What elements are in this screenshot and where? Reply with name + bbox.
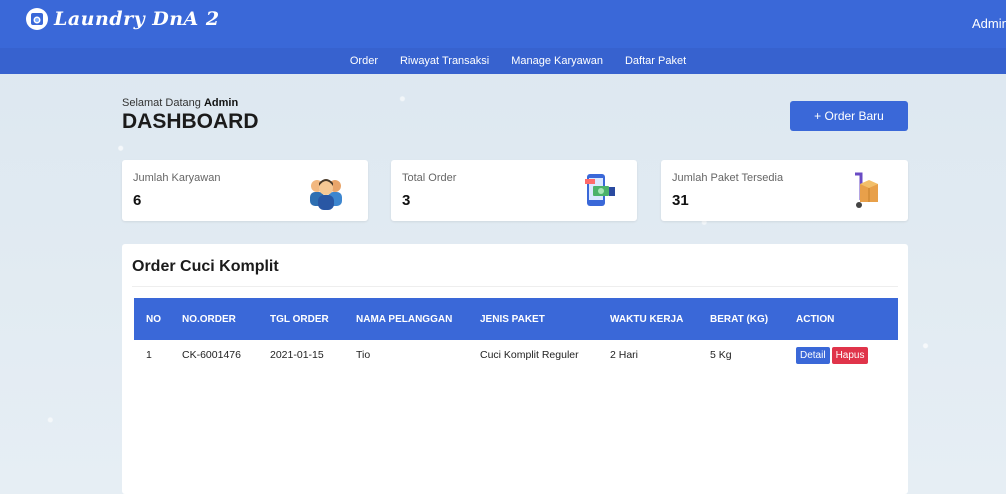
cell-date: 2021-01-15: [270, 349, 324, 361]
stat-card-value: 6: [133, 192, 142, 209]
detail-button[interactable]: Detail: [796, 346, 830, 364]
new-order-button[interactable]: + Order Baru: [790, 101, 908, 131]
nav-item-daftar-paket[interactable]: Daftar Paket: [625, 48, 686, 74]
column-header-date: TGL ORDER: [270, 313, 329, 325]
column-header-action: ACTION: [796, 313, 835, 325]
user-menu[interactable]: Admin: [972, 16, 1006, 31]
column-header-weight: BERAT (KG): [710, 313, 769, 325]
welcome-text: Selamat Datang Admin: [122, 97, 238, 109]
washing-machine-icon: [26, 8, 48, 30]
orders-panel-title: Order Cuci Komplit: [132, 258, 279, 275]
column-header-package: JENIS PAKET: [480, 313, 545, 325]
top-bar: Laundry DnA 2 Admin: [0, 0, 1006, 48]
package-trolley-icon: [845, 170, 885, 215]
column-header-customer: NAMA PELANGGAN: [356, 313, 453, 325]
stat-card-order: Total Order 3: [391, 160, 637, 221]
delete-button[interactable]: Hapus: [831, 346, 869, 364]
app-logo[interactable]: Laundry DnA 2: [26, 8, 220, 30]
page-title: DASHBOARD: [122, 110, 259, 133]
divider: [132, 286, 898, 287]
table-row: 1 CK-6001476 2021-01-15 Tio Cuci Komplit…: [134, 340, 898, 370]
stat-card-label: Jumlah Karyawan: [133, 172, 221, 184]
logo-text: Laundry DnA 2: [54, 8, 220, 30]
welcome-user-name: Admin: [203, 97, 239, 109]
stat-card-karyawan: Jumlah Karyawan 6: [122, 160, 368, 221]
cell-no: 1: [146, 349, 152, 361]
orders-table: NO NO.ORDER TGL ORDER NAMA PELANGGAN JEN…: [134, 298, 898, 370]
column-header-no: NO: [146, 313, 161, 325]
cell-action: Detail Hapus: [784, 340, 898, 370]
table-header-row: NO NO.ORDER TGL ORDER NAMA PELANGGAN JEN…: [134, 298, 898, 340]
cell-duration: 2 Hari: [610, 349, 639, 361]
column-header-order-no: NO.ORDER: [182, 313, 236, 325]
cell-customer: Tio: [356, 349, 371, 361]
orders-panel: Order Cuci Komplit NO NO.ORDER TGL ORDER…: [122, 244, 908, 494]
nav-item-order[interactable]: Order: [350, 48, 378, 74]
nav-item-riwayat-transaksi[interactable]: Riwayat Transaksi: [400, 48, 489, 74]
cell-order-no: CK-6001476: [182, 349, 241, 361]
main-nav: Order Riwayat Transaksi Manage Karyawan …: [0, 48, 1006, 74]
nav-item-manage-karyawan[interactable]: Manage Karyawan: [511, 48, 603, 74]
cell-package: Cuci Komplit Reguler: [480, 349, 579, 361]
stat-card-label: Total Order: [402, 172, 457, 184]
stat-card-value: 3: [402, 192, 411, 209]
welcome-greeting: Selamat Datang: [122, 97, 201, 109]
payment-icon: [579, 170, 619, 215]
column-header-duration: WAKTU KERJA: [610, 313, 684, 325]
cell-weight: 5 Kg: [710, 349, 732, 361]
employees-icon: [306, 170, 346, 215]
stat-card-value: 31: [672, 192, 689, 209]
stat-card-label: Jumlah Paket Tersedia: [672, 172, 784, 184]
stat-card-paket: Jumlah Paket Tersedia 31: [661, 160, 908, 221]
